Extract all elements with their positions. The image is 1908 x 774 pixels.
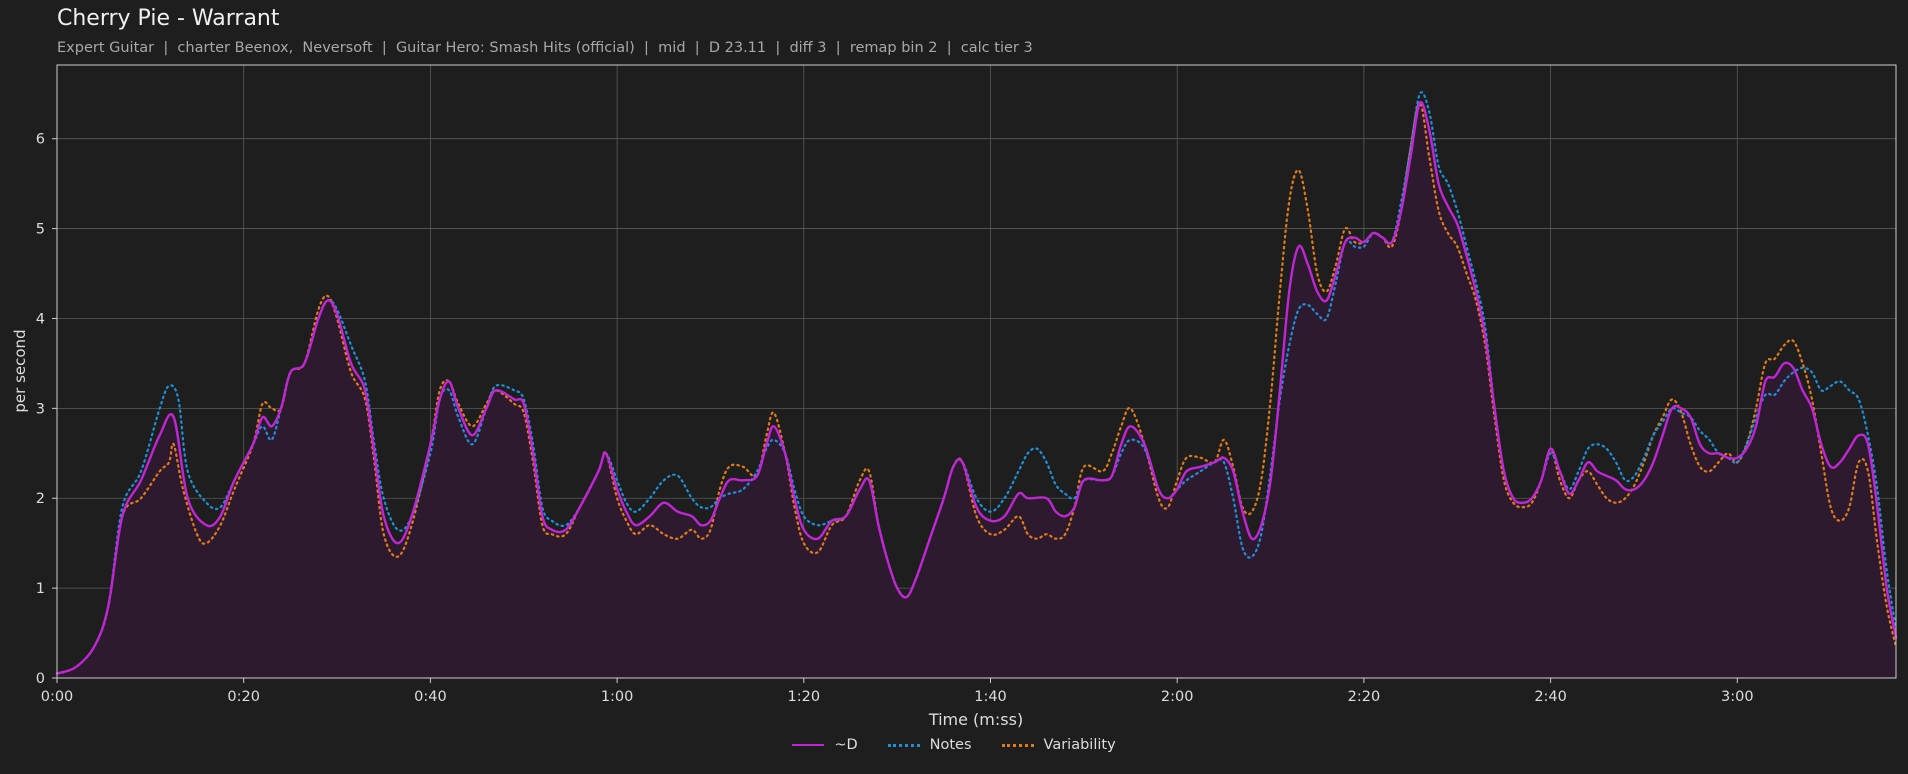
x-tick-label: 1:40 [974,689,1007,705]
x-tick-label: 0:20 [227,689,260,705]
y-tick-label: 2 [36,491,45,507]
y-tick-label: 6 [36,132,45,148]
legend: ~D Notes Variability [0,737,1908,753]
x-axis-ticks: 0:00 0:20 0:40 1:00 1:20 1:40 2:00 2:20 2:40 3:00 [41,678,1754,705]
x-tick-label: 2:40 [1534,689,1567,705]
x-axis-label: Time (m:ss) [928,710,1023,729]
y-tick-label: 5 [36,222,45,238]
x-tick-label: 2:00 [1161,689,1194,705]
series-area-d [57,102,1896,678]
x-tick-label: 1:00 [601,689,634,705]
legend-swatch-d [792,744,825,746]
y-axis-ticks: 0 1 2 3 4 5 6 [36,132,57,687]
y-tick-label: 1 [36,581,45,597]
y-axis-label: per second [11,329,29,412]
legend-label-d: ~D [834,737,858,753]
y-tick-label: 4 [36,311,45,327]
x-tick-label: 2:20 [1348,689,1381,705]
legend-label-notes: Notes [929,737,972,753]
d-area-fill [57,102,1896,678]
y-tick-label: 3 [36,401,45,417]
y-tick-label: 0 [36,671,45,687]
x-tick-label: 0:40 [414,689,447,705]
legend-swatch-notes [887,743,920,747]
legend-item-notes: Notes [887,737,972,753]
legend-item-variability: Variability [1001,737,1116,753]
x-tick-label: 0:00 [41,689,74,705]
legend-swatch-variability [1001,743,1034,747]
legend-item-d: ~D [792,737,858,753]
line-chart: 0:00 0:20 0:40 1:00 1:20 1:40 2:00 2:20 2:40 3:00… [11,64,1898,729]
x-tick-label: 3:00 [1721,689,1754,705]
legend-label-variability: Variability [1043,737,1116,753]
x-tick-label: 1:20 [788,689,821,705]
